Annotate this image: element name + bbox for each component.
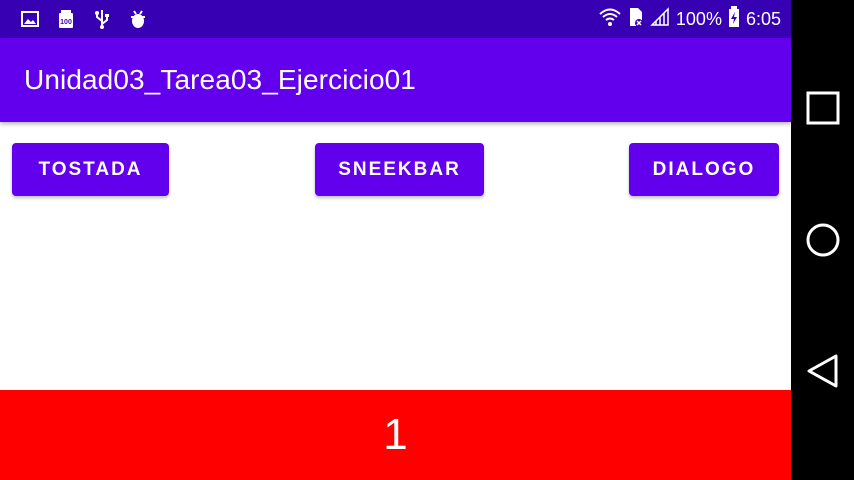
app-bar: Unidad03_Tarea03_Ejercicio01 (0, 38, 791, 122)
svg-text:100: 100 (60, 19, 72, 26)
back-button[interactable] (791, 353, 854, 389)
counter-value: 1 (383, 410, 408, 459)
bug-icon (128, 9, 148, 29)
recents-button[interactable] (791, 91, 854, 125)
status-bar: 100 100% 6:05 (0, 0, 791, 38)
navigation-bar (791, 0, 854, 480)
counter-bar: 1 (0, 390, 791, 480)
battery-percent: 100% (675, 8, 722, 29)
home-button[interactable] (791, 222, 854, 258)
home-circle-icon (806, 223, 839, 257)
battery-100-icon: 100 (56, 9, 76, 29)
tostada-button[interactable]: TOSTADA (12, 143, 169, 196)
wifi-icon (598, 7, 622, 32)
dialogo-button[interactable]: DIALOGO (629, 143, 779, 196)
battery-charging-icon (728, 5, 740, 33)
usb-icon (92, 9, 112, 29)
recents-square-icon (806, 91, 839, 125)
back-triangle-icon (807, 354, 837, 388)
signal-icon (650, 6, 670, 32)
clock: 6:05 (745, 8, 781, 29)
no-sim-icon (628, 6, 644, 33)
sneekbar-button[interactable]: SNEEKBAR (315, 143, 484, 196)
app-title: Unidad03_Tarea03_Ejercicio01 (24, 64, 416, 95)
image-icon (20, 9, 40, 29)
status-right: 100% 6:05 (598, 0, 781, 38)
status-left-icons: 100 (20, 9, 148, 29)
